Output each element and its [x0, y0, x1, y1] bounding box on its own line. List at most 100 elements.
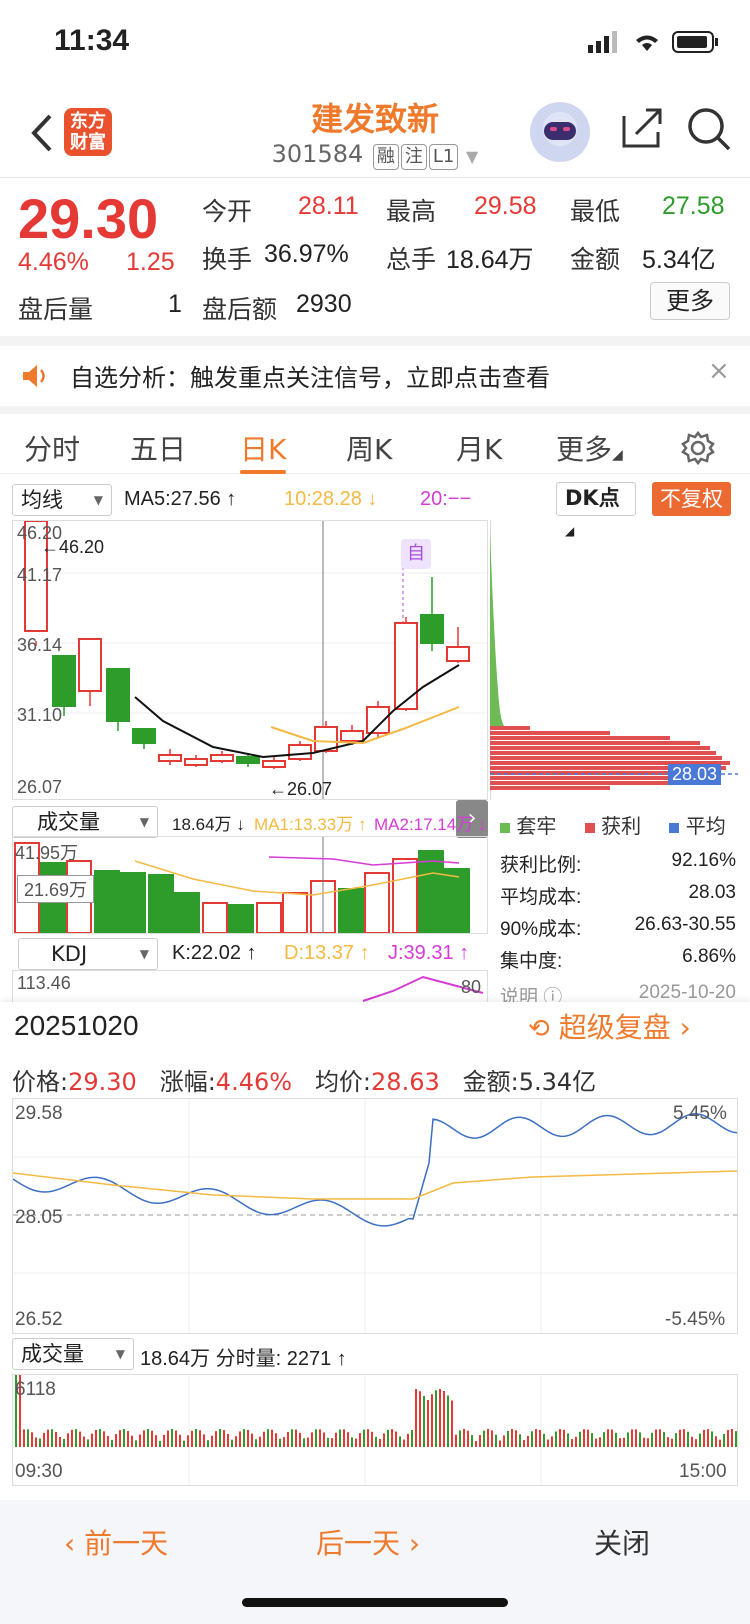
volume-bar: [392, 858, 418, 934]
axis-label: 31.10: [17, 705, 63, 725]
kdj-selector[interactable]: KDJ ▼: [18, 938, 158, 970]
volume-value: 18.64万: [446, 246, 534, 274]
intraday-volume-bar: [571, 1439, 573, 1447]
app-header: 东方 财富 建发致新 301584 融注 L1 ▼: [0, 88, 750, 178]
tab-intraday[interactable]: 分时: [24, 428, 80, 468]
intraday-volume-bar: [23, 1429, 25, 1447]
wifi-icon: [636, 35, 658, 51]
axis-label: 09:30: [15, 1461, 63, 1482]
axis-label: 26.07: [17, 777, 63, 797]
intraday-volume-bar: [43, 1432, 45, 1447]
intraday-volume-bar: [163, 1434, 165, 1447]
intraday-volume-bar: [675, 1433, 677, 1447]
axis-label: 41.17: [17, 565, 63, 585]
volume-ma2: MA2:17.14万 ↓: [374, 815, 487, 834]
intraday-volume-bar: [531, 1431, 533, 1447]
change-value: 1.25: [126, 248, 175, 276]
next-day-button[interactable]: 后一天 ›: [316, 1522, 420, 1562]
tag-level: L1: [428, 144, 459, 170]
intraday-volume-bar: [239, 1431, 241, 1447]
close-icon[interactable]: ×: [708, 356, 730, 386]
search-icon[interactable]: [686, 106, 732, 152]
intraday-volume-bar: [343, 1429, 345, 1447]
intraday-volume-bar: [55, 1431, 57, 1447]
share-icon[interactable]: [620, 106, 664, 150]
axis-label: 26.52: [15, 1309, 63, 1330]
chip-trapped-area: [490, 530, 504, 726]
intraday-volume-bar: [499, 1440, 501, 1447]
volume-bar: [256, 902, 282, 934]
battery-icon: [672, 31, 718, 53]
intraday-volume-bar: [575, 1436, 577, 1447]
intraday-volume-bar: [175, 1430, 177, 1447]
assistant-avatar[interactable]: [530, 102, 590, 162]
intraday-volume-bar: [147, 1429, 149, 1447]
intraday-volume-bar: [103, 1431, 105, 1447]
tab-five-day[interactable]: 五日: [130, 428, 186, 468]
intraday-volume-bar: [415, 1389, 417, 1447]
intraday-volume-bar: [655, 1429, 657, 1447]
stock-code: 301584: [271, 140, 364, 168]
notice-bar[interactable]: 自选分析：触发重点关注信号，立即点击查看 ×: [0, 346, 750, 406]
intraday-volume-bar: [331, 1438, 333, 1447]
volume-bar: [120, 872, 146, 934]
axis-label: 80: [461, 977, 482, 997]
replay-date: 20251020: [14, 1010, 139, 1041]
tab-daily-k[interactable]: 日K: [240, 428, 286, 468]
status-time: 11:34: [54, 24, 130, 57]
kdj-j: J:39.31 ↑: [388, 942, 470, 964]
tab-more[interactable]: 更多◢: [556, 428, 623, 468]
auto-signal-badge[interactable]: 自: [401, 539, 431, 569]
ma10-value: 10:28.28 ↓: [284, 488, 378, 510]
intraday-volume-bar: [139, 1434, 141, 1447]
replay-volume-chart[interactable]: 6118 09:30 15:00: [12, 1367, 738, 1486]
open-label: 今开: [202, 197, 253, 226]
intraday-volume-bar: [431, 1394, 433, 1447]
chip-note-row[interactable]: 说明 ⓘ 2025-10-20: [500, 982, 736, 1004]
intraday-chart[interactable]: 29.58 28.05 26.52 5.45% -5.45%: [12, 1098, 738, 1334]
intraday-volume-bar: [495, 1434, 497, 1447]
kdj-chart[interactable]: 113.46 80: [12, 970, 488, 1002]
intraday-volume-bar: [411, 1430, 413, 1447]
intraday-volume-bar: [407, 1433, 409, 1447]
tab-monthly-k[interactable]: 月K: [456, 428, 502, 468]
intraday-volume-bar: [247, 1429, 249, 1447]
close-button[interactable]: 关闭: [594, 1522, 650, 1562]
intraday-volume-bar: [179, 1434, 181, 1447]
intraday-volume-bar: [511, 1429, 513, 1447]
intraday-volume-bar: [651, 1432, 653, 1447]
more-button[interactable]: 更多: [650, 282, 730, 320]
intraday-volume-bar: [711, 1431, 713, 1447]
divider: [0, 336, 750, 346]
intraday-volume-bar: [687, 1431, 689, 1447]
intraday-volume-bar: [391, 1429, 393, 1447]
volume-bar: [444, 868, 470, 934]
intraday-volume-bar: [115, 1434, 117, 1447]
intraday-volume-bar: [155, 1435, 157, 1447]
intraday-volume-bar: [271, 1429, 273, 1447]
intraday-volume-bar: [295, 1429, 297, 1447]
intraday-volume-bar: [359, 1433, 361, 1447]
prev-day-button[interactable]: ‹ 前一天: [64, 1522, 168, 1562]
status-icons: [588, 30, 720, 54]
indicator-selector[interactable]: 均线 ▼: [12, 484, 112, 516]
after-hours-volume: 1: [168, 290, 182, 318]
tab-weekly-k[interactable]: 周K: [346, 428, 392, 468]
settings-icon[interactable]: [680, 430, 716, 466]
volume-selector[interactable]: 成交量 ▼: [12, 806, 158, 838]
intraday-volume-bar: [611, 1429, 613, 1447]
intraday-volume-bar: [603, 1432, 605, 1447]
intraday-volume-bar: [371, 1431, 373, 1447]
intraday-volume-bar: [475, 1440, 477, 1447]
super-replay-button[interactable]: ⟲ 超级复盘 ›: [528, 1006, 691, 1046]
intraday-volume-bar: [735, 1431, 737, 1447]
change-percent: 4.46%: [18, 248, 89, 276]
dk-point-button[interactable]: DK点◢: [556, 482, 636, 538]
axis-label: 113.46: [17, 973, 71, 993]
intraday-volume-bar: [355, 1438, 357, 1447]
kline-chart[interactable]: 46.20 41.17 36.14 31.10 26.07 ←46.20 ←26…: [12, 520, 488, 800]
adjust-button[interactable]: 不复权: [652, 482, 731, 516]
volume-chart[interactable]: 41.95万 21.69万: [12, 836, 488, 934]
replay-volume-selector[interactable]: 成交量 ▼: [12, 1338, 134, 1370]
intraday-volume-bar: [643, 1437, 645, 1447]
